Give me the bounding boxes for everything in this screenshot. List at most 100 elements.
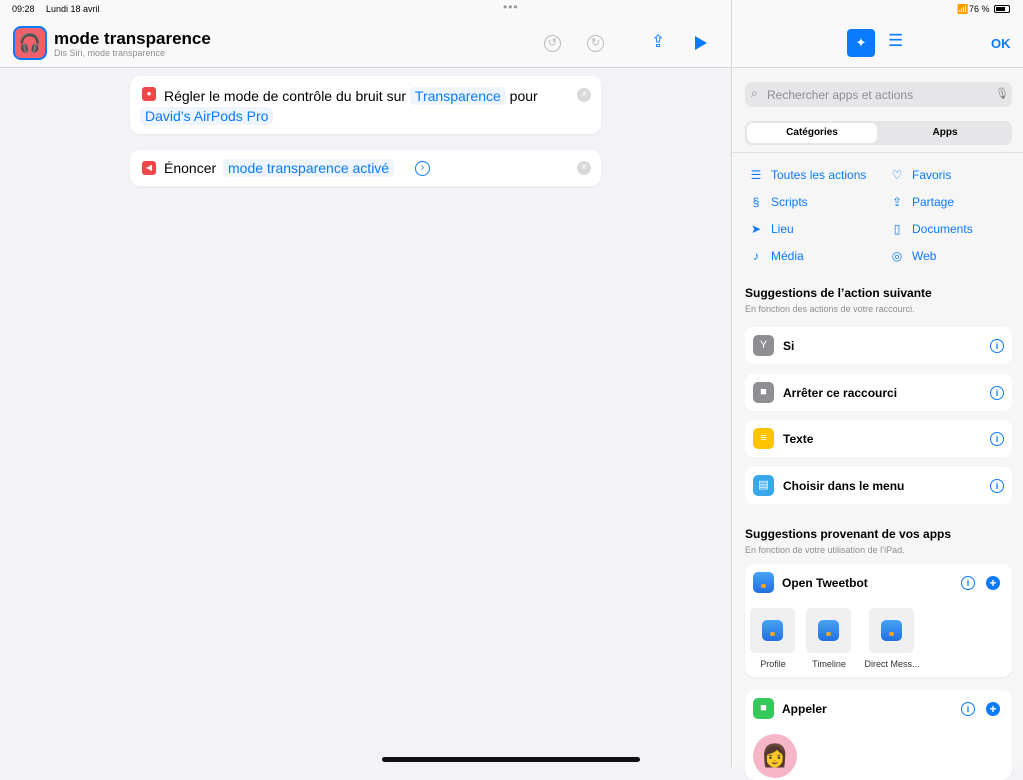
suggestion-label: Si [783, 339, 990, 353]
category-label: Documents [912, 222, 973, 236]
heart-icon: ♡ [890, 168, 904, 182]
play-icon[interactable] [695, 36, 707, 50]
suggestion-menu[interactable]: ▤ Choisir dans le menui [745, 467, 1012, 504]
share-icon[interactable]: ⇪ [651, 32, 665, 52]
section-subtitle: En fonction des actions de votre raccour… [745, 304, 915, 314]
category-all-actions[interactable]: ☰ Toutes les actions [749, 168, 866, 182]
category-label: Scripts [771, 195, 808, 209]
battery-icon [994, 5, 1010, 13]
settings-sliders-icon[interactable]: ☰ [888, 31, 903, 51]
panel-header: 📶 76 % ✦ ☰ OK [732, 0, 1023, 68]
category-label: Favoris [912, 168, 951, 182]
mode-parameter[interactable]: Transparence [410, 87, 506, 105]
editor-pane: 09:28 Lundi 18 avril ••• 🎧 mode transpar… [0, 0, 731, 767]
siri-phrase: Dis Siri, mode transparence [54, 48, 165, 58]
category-label: Partage [912, 195, 954, 209]
redo-icon[interactable]: ↻ [587, 35, 604, 52]
tweetbot-icon [818, 620, 839, 641]
info-icon[interactable]: i [990, 339, 1004, 353]
device-parameter[interactable]: David’s AirPods Pro [140, 107, 273, 125]
branch-icon: Y [753, 335, 774, 356]
action-speak[interactable]: ◀ Énoncer mode transparence activé › × [130, 150, 601, 186]
tweetbot-icon [753, 572, 774, 593]
status-date: Lundi 18 avril [46, 4, 100, 14]
contact-avatar[interactable]: 👩 [753, 734, 797, 778]
suggestion-label: Open Tweetbot [782, 576, 868, 590]
facetime-icon: ■ [753, 698, 774, 719]
info-icon[interactable]: i [961, 576, 975, 590]
tweetbot-icon [881, 620, 902, 641]
add-icon[interactable]: + [986, 702, 1000, 716]
suggestion-label: Texte [783, 432, 990, 446]
menu-icon: ▤ [753, 475, 774, 496]
category-media[interactable]: ♪ Média [749, 249, 804, 263]
scripts-icon: § [749, 195, 763, 209]
tweetbot-suggestion[interactable]: Open Tweetbot i + Profile Timeline Direc… [745, 564, 1012, 677]
section-title: Suggestions provenant de vos apps [745, 527, 951, 541]
segment-apps[interactable]: Apps [880, 123, 1010, 143]
suggestion-stop[interactable]: ■ Arrêter ce raccourcii [745, 374, 1012, 411]
undo-icon[interactable]: ↺ [544, 35, 561, 52]
category-scripts[interactable]: § Scripts [749, 195, 808, 209]
multitasking-dots[interactable]: ••• [503, 0, 519, 14]
search-icon: ⌕ [751, 86, 758, 101]
action-noise-control[interactable]: ● Régler le mode de contrôle du bruit su… [130, 76, 601, 134]
segmented-control: Catégories Apps [745, 121, 1012, 145]
add-icon[interactable]: + [986, 576, 1000, 590]
stop-icon: ■ [753, 382, 774, 403]
category-label: Média [771, 249, 804, 263]
category-label: Lieu [771, 222, 794, 236]
home-indicator [382, 757, 640, 762]
status-time: 09:28 [12, 4, 35, 14]
text-icon: ≡ [753, 428, 774, 449]
action-library-icon[interactable]: ✦ [847, 29, 875, 57]
document-icon: ▯ [890, 222, 904, 236]
category-web[interactable]: ◎ Web [890, 249, 936, 263]
suggestion-text[interactable]: ≡ Textei [745, 420, 1012, 457]
segment-categories[interactable]: Catégories [747, 123, 877, 143]
location-arrow-icon: ➤ [749, 222, 763, 236]
search-field[interactable]: ⌕ Rechercher apps et actions 🎙 [745, 82, 1012, 107]
category-favorites[interactable]: ♡ Favoris [890, 168, 951, 182]
remove-action-icon[interactable]: × [577, 88, 591, 102]
tile-profile[interactable] [750, 608, 795, 653]
remove-action-icon[interactable]: × [577, 161, 591, 175]
info-icon[interactable]: i [990, 386, 1004, 400]
info-icon[interactable]: i [990, 479, 1004, 493]
suggestion-label: Choisir dans le menu [783, 479, 990, 493]
category-label: Web [912, 249, 936, 263]
headphones-icon[interactable]: 🎧 [13, 26, 47, 60]
tile-label: Timeline [794, 659, 864, 669]
share-icon: ⇪ [890, 195, 904, 209]
expand-chevron-icon[interactable]: › [415, 161, 430, 176]
search-placeholder: Rechercher apps et actions [767, 88, 913, 102]
music-note-icon: ♪ [749, 249, 763, 263]
info-icon[interactable]: i [990, 432, 1004, 446]
speak-text-parameter[interactable]: mode transparence activé [223, 159, 394, 177]
actions-panel: 📶 76 % ✦ ☰ OK ⌕ Rechercher apps et actio… [731, 0, 1023, 767]
wifi-icon: 📶 [957, 4, 968, 15]
list-icon: ☰ [749, 168, 763, 182]
category-label: Toutes les actions [771, 168, 866, 182]
suggestion-if[interactable]: Y Sii [745, 327, 1012, 364]
section-title: Suggestions de l’action suivante [745, 286, 932, 300]
suggestion-label: Arrêter ce raccourci [783, 386, 990, 400]
tile-label: Direct Mess... [857, 659, 927, 669]
microphone-icon[interactable]: 🎙 [995, 87, 1009, 100]
action-text: pour [510, 88, 538, 104]
tweetbot-icon [762, 620, 783, 641]
category-sharing[interactable]: ⇪ Partage [890, 195, 954, 209]
shortcut-title[interactable]: mode transparence [54, 29, 211, 49]
tile-timeline[interactable] [806, 608, 851, 653]
battery-level: 76 % [969, 4, 990, 14]
info-icon[interactable]: i [961, 702, 975, 716]
compass-icon: ◎ [890, 249, 904, 263]
action-text: Régler le mode de contrôle du bruit sur [164, 88, 406, 104]
tile-direct-messages[interactable] [869, 608, 914, 653]
section-subtitle: En fonction de votre utilisation de l’iP… [745, 545, 905, 555]
category-documents[interactable]: ▯ Documents [890, 222, 973, 236]
action-text: Énoncer [164, 160, 216, 176]
ok-button[interactable]: OK [991, 36, 1011, 51]
category-location[interactable]: ➤ Lieu [749, 222, 794, 236]
airpods-icon: ● [142, 87, 156, 101]
